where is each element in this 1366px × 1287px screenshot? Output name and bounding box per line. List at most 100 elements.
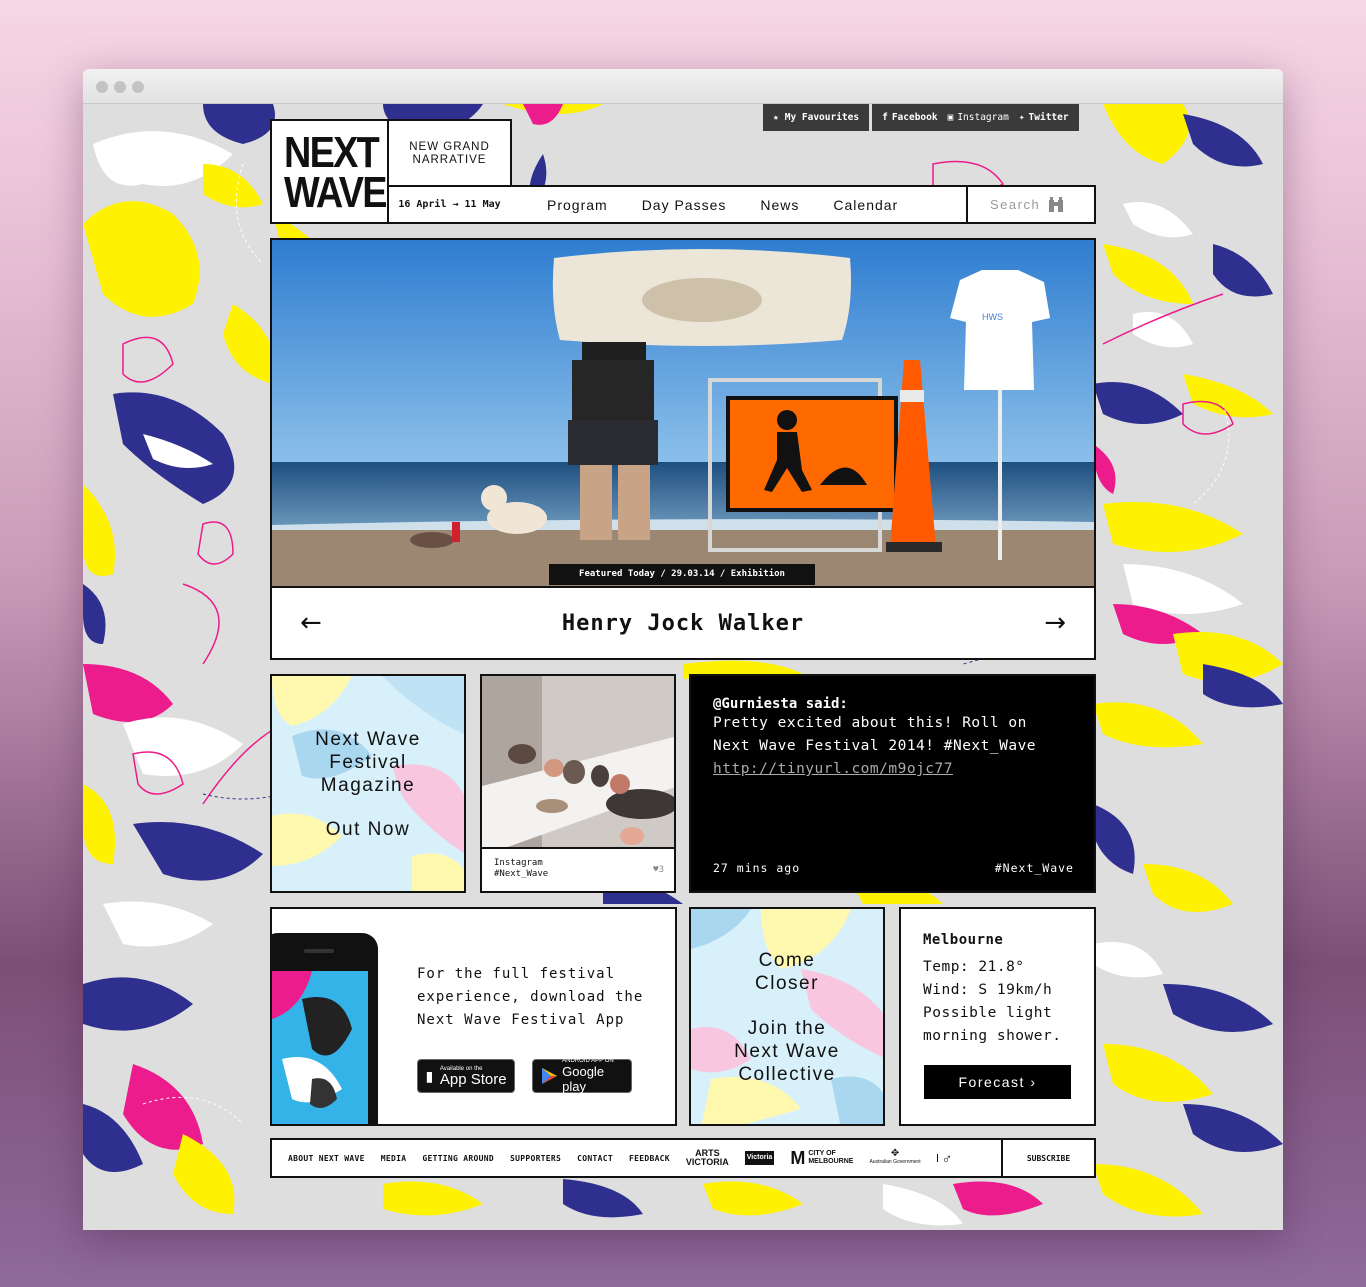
weather-card: Melbourne Temp: 21.8° Wind: S 19km/h Pos… bbox=[899, 907, 1096, 1126]
hero-title[interactable]: Henry Jock Walker bbox=[562, 611, 804, 636]
arts-victoria-logo[interactable]: ARTS VICTORIA bbox=[686, 1149, 729, 1167]
tweet-hashtag[interactable]: #Next_Wave bbox=[995, 861, 1074, 875]
google-play-label: ANDROID APP ON Google play bbox=[562, 1058, 625, 1094]
tweet-line-1: Pretty excited about this! Roll on bbox=[713, 715, 1027, 731]
collective-card[interactable]: Come Closer Join the Next Wave Collectiv… bbox=[689, 907, 885, 1126]
tagline-line-2: NARRATIVE bbox=[412, 154, 487, 166]
window-close-button[interactable] bbox=[96, 81, 108, 93]
search-box[interactable]: Search bbox=[966, 187, 1094, 222]
tweet-time: 27 mins ago bbox=[713, 861, 801, 875]
browser-window: ★ My Favourites f Facebook ▣ Instagram ✦ Tw… bbox=[83, 69, 1283, 1230]
logo-line-2: WAVE bbox=[284, 168, 387, 217]
footer-link-contact[interactable]: CONTACT bbox=[569, 1154, 621, 1163]
collective-line-5: Collective bbox=[738, 1064, 836, 1085]
google-play-big-text: Google play bbox=[562, 1064, 605, 1094]
google-play-icon bbox=[542, 1068, 557, 1084]
tweet-line-2: Next Wave Festival 2014! #Next_Wave bbox=[713, 738, 1037, 754]
instagram-tag: #Next_Wave bbox=[494, 869, 549, 879]
festival-dates: 16 April → 11 May bbox=[387, 185, 512, 224]
google-play-button[interactable]: ANDROID APP ON Google play bbox=[532, 1058, 632, 1094]
next-arrow-icon[interactable]: → bbox=[1044, 608, 1066, 638]
beach-scene-image: HWS bbox=[272, 240, 1094, 586]
app-store-label: Available on the App Store bbox=[440, 1066, 507, 1087]
magazine-line-3: Magazine bbox=[320, 775, 416, 796]
site-footer: ABOUT NEXT WAVE MEDIA GETTING AROUND SUP… bbox=[270, 1138, 1096, 1178]
collective-line-3: Join the bbox=[747, 1018, 827, 1039]
collective-line-1: Come bbox=[758, 950, 816, 971]
phone-illustration bbox=[272, 933, 378, 1124]
main-nav: Program Day Passes News Calendar Search bbox=[510, 185, 1096, 224]
footer-link-supporters[interactable]: SUPPORTERS bbox=[502, 1154, 569, 1163]
app-store-big-text: App Store bbox=[439, 1070, 507, 1088]
magazine-line-2: Festival bbox=[329, 752, 407, 773]
hero-title-bar: ← Henry Jock Walker → bbox=[272, 586, 1094, 658]
svg-text:HWS: HWS bbox=[982, 312, 1003, 322]
prev-arrow-icon[interactable]: ← bbox=[300, 608, 322, 638]
subscribe-button[interactable]: SUBSCRIBE bbox=[1001, 1140, 1094, 1176]
crest-icon: ✥ bbox=[890, 1148, 900, 1159]
app-promo-line-2: experience, download the bbox=[417, 989, 644, 1005]
instagram-card[interactable]: Instagram #Next_Wave ♥3 bbox=[480, 674, 676, 893]
weather-wind: Wind: S 19km/h bbox=[923, 982, 1053, 998]
nav-calendar[interactable]: Calendar bbox=[816, 197, 915, 213]
city-of-melbourne-logo[interactable]: M CITY OF MELBOURNE bbox=[790, 1148, 854, 1168]
weather-desc-2: morning shower. bbox=[923, 1028, 1062, 1044]
victoria-logo-text: Victoria bbox=[746, 1154, 773, 1161]
instagram-meta: Instagram #Next_Wave ♥3 bbox=[482, 847, 674, 891]
search-input[interactable]: Search bbox=[990, 197, 1040, 212]
collective-cta: Join the Next Wave Collective bbox=[691, 1017, 883, 1086]
tweet-card[interactable]: @Gurniesta said: Pretty excited about th… bbox=[689, 674, 1096, 893]
window-maximize-button[interactable] bbox=[132, 81, 144, 93]
forecast-button[interactable]: Forecast › bbox=[924, 1065, 1071, 1099]
footer-link-about[interactable]: ABOUT NEXT WAVE bbox=[272, 1154, 373, 1163]
app-promo-line-3: Next Wave Festival App bbox=[417, 1012, 625, 1028]
app-promo-line-1: For the full festival bbox=[417, 966, 616, 982]
collective-line-4: Next Wave bbox=[734, 1041, 840, 1062]
city-of-melbourne-line-1: CITY OF bbox=[808, 1150, 836, 1157]
hero-caption: Featured Today / 29.03.14 / Exhibition bbox=[549, 564, 815, 585]
logo-line-1: NEXT bbox=[284, 128, 380, 177]
binoculars-icon bbox=[1049, 196, 1064, 212]
nav-news[interactable]: News bbox=[743, 197, 816, 213]
nav-program[interactable]: Program bbox=[510, 197, 625, 213]
magazine-card[interactable]: Next Wave Festival Magazine Out Now bbox=[270, 674, 466, 893]
footer-link-feedback[interactable]: FEEDBACK bbox=[621, 1154, 678, 1163]
likes-value: 3 bbox=[658, 865, 664, 875]
site-header: NEXT WAVE NEW GRAND NARRATIVE 16 April →… bbox=[270, 119, 1096, 224]
tweet-body: Pretty excited about this! Roll on Next … bbox=[713, 712, 1072, 781]
app-promo-card: For the full festival experience, downlo… bbox=[270, 907, 677, 1126]
tweet-footer: 27 mins ago #Next_Wave bbox=[713, 861, 1074, 875]
tweet-handle[interactable]: @Gurniesta said: bbox=[713, 696, 1072, 712]
victoria-logo[interactable]: Victoria bbox=[744, 1151, 775, 1165]
nav-day-passes[interactable]: Day Passes bbox=[625, 197, 744, 213]
likes-count: ♥3 bbox=[653, 865, 664, 876]
window-minimize-button[interactable] bbox=[114, 81, 126, 93]
magazine-line-1: Next Wave bbox=[315, 729, 421, 750]
tagline-line-1: NEW GRAND bbox=[409, 141, 490, 153]
aus-gov-text: Australian Government bbox=[869, 1159, 921, 1165]
collective-heading: Come Closer bbox=[691, 949, 883, 995]
weather-desc-1: Possible light bbox=[923, 1005, 1053, 1021]
tagline: NEW GRAND NARRATIVE bbox=[387, 119, 512, 187]
instagram-photo bbox=[482, 676, 674, 849]
next-wave-logo[interactable]: NEXT WAVE bbox=[270, 119, 389, 224]
app-promo-text: For the full festival experience, downlo… bbox=[417, 963, 643, 1032]
app-store-button[interactable]: ▮ Available on the App Store bbox=[417, 1059, 515, 1093]
weather-city: Melbourne bbox=[923, 932, 1004, 948]
apple-icon: ▮ bbox=[424, 1065, 435, 1087]
instagram-source: Instagram bbox=[494, 858, 543, 868]
magazine-cta: Out Now bbox=[325, 819, 411, 840]
australian-government-logo[interactable]: ✥ Australian Government bbox=[869, 1148, 921, 1166]
magazine-title: Next Wave Festival Magazine bbox=[272, 728, 464, 797]
footer-link-media[interactable]: MEDIA bbox=[373, 1154, 415, 1163]
collective-line-2: Closer bbox=[755, 973, 819, 994]
weather-temp: Temp: 21.8° bbox=[923, 959, 1025, 975]
featured-hero: HWS Featured Today / 29.03.14 / Exhibiti… bbox=[270, 238, 1096, 660]
sponsor-logo-icon[interactable]: ♂ bbox=[936, 1151, 952, 1165]
tweet-link[interactable]: http://tinyurl.com/m9ojc77 bbox=[713, 758, 1072, 781]
city-of-melbourne-line-2: MELBOURNE bbox=[808, 1158, 854, 1165]
hero-photo[interactable]: HWS bbox=[272, 240, 1094, 586]
melbourne-m-icon: M bbox=[790, 1148, 806, 1168]
browser-chrome bbox=[83, 69, 1283, 104]
footer-link-getting-around[interactable]: GETTING AROUND bbox=[414, 1154, 502, 1163]
